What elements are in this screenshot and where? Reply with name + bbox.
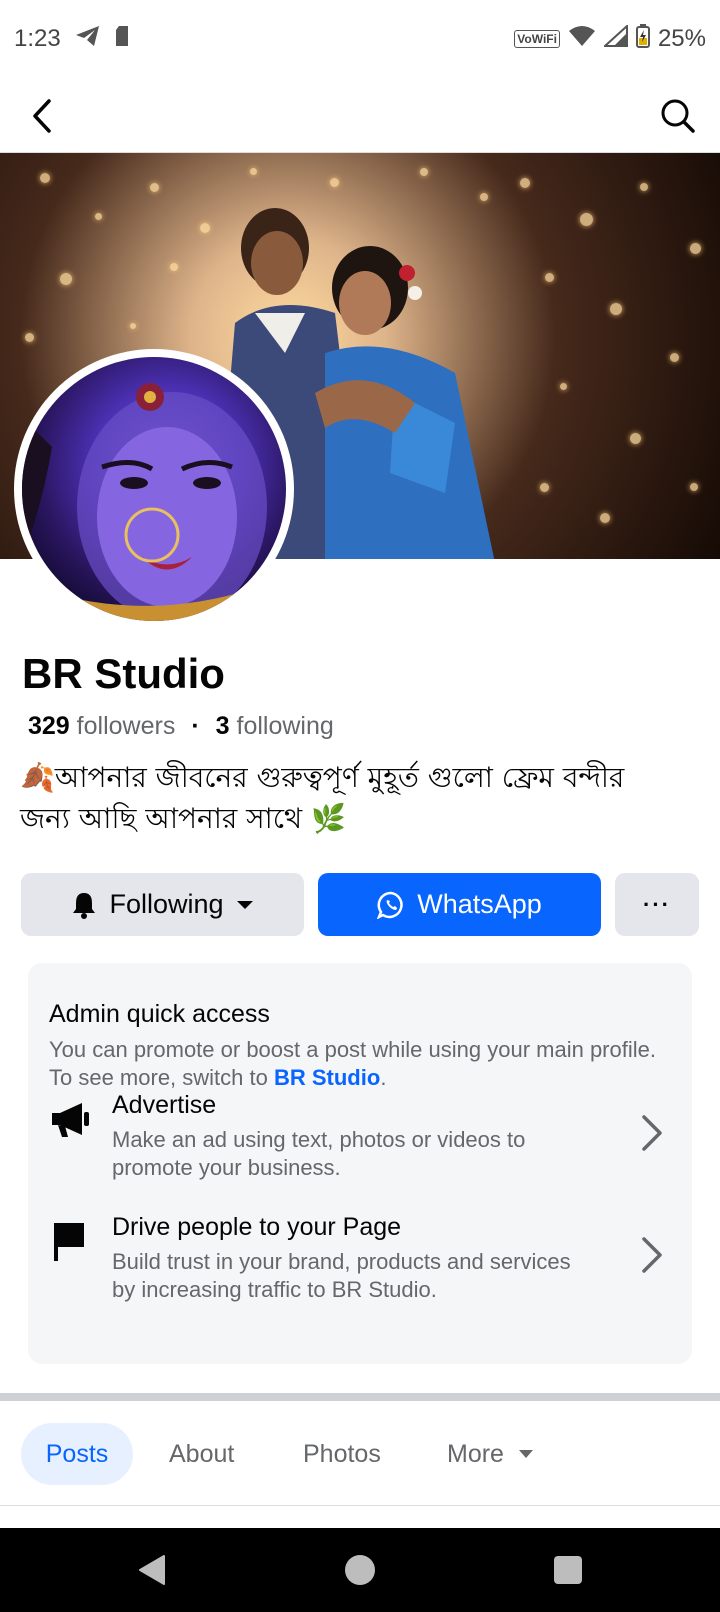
more-options-button[interactable]: ··· [615, 873, 699, 936]
following-count: 3 [215, 712, 230, 740]
bio-line-1: 🍂আপনার জীবনের গুরুত্বপূর্ণ মুহূর্ত গুলো … [20, 761, 625, 794]
admin-quick-access-card: Admin quick access You can promote or bo… [28, 963, 692, 1364]
profile-tabs: Posts About Photos More [0, 1401, 720, 1506]
vowifi-badge: VoWiFi [514, 30, 560, 48]
megaphone-icon [52, 1103, 89, 1137]
tab-posts[interactable]: Posts [21, 1423, 133, 1485]
top-nav [0, 78, 720, 153]
wifi-icon [568, 25, 596, 54]
caret-down-icon [518, 1450, 533, 1458]
nav-back-icon[interactable] [134, 1552, 170, 1588]
following-button-label: Following [109, 889, 224, 919]
nav-home-icon[interactable] [342, 1552, 378, 1588]
clock: 1:23 [14, 25, 61, 52]
bio-line-2: জন্য আছি আপনার সাথে 🌿 [20, 802, 346, 835]
whatsapp-button-label: WhatsApp [417, 889, 542, 919]
advertise-title: Advertise [112, 1091, 217, 1119]
battery-percent: 25% [657, 25, 706, 52]
admin-card-title: Admin quick access [49, 1000, 270, 1028]
chevron-right-icon [642, 1237, 662, 1273]
tab-photos[interactable]: Photos [303, 1423, 381, 1485]
status-bar: 1:23 VoWiFi 25% [0, 0, 720, 78]
stats-separator: · [191, 712, 200, 740]
page-title: BR Studio [22, 650, 225, 697]
following-link[interactable]: 3 following [216, 712, 334, 741]
advertise-item[interactable]: Advertise Make an ad using text, photos … [28, 1091, 692, 1191]
more-dots-icon: ··· [643, 891, 671, 917]
chevron-left-icon [33, 99, 51, 133]
chevron-right-icon [642, 1115, 662, 1151]
follow-stats: 329 followers · 3 following [28, 712, 334, 741]
search-icon [661, 99, 695, 133]
system-nav-bar [0, 1528, 720, 1612]
flag-icon [54, 1223, 84, 1261]
tab-more-label: More [447, 1439, 504, 1468]
signal-icon [602, 23, 628, 54]
drive-traffic-item[interactable]: Drive people to your Page Build trust in… [28, 1213, 692, 1313]
bio: 🍂আপনার জীবনের গুরুত্বপূর্ণ মুহূর্ত গুলো … [20, 757, 700, 839]
followers-link[interactable]: 329 followers [28, 712, 175, 741]
tab-more[interactable]: More [447, 1423, 534, 1485]
avatar-photo [22, 383, 286, 621]
admin-card-description: You can promote or boost a post while us… [49, 1036, 669, 1092]
following-button[interactable]: Following [21, 873, 304, 936]
whatsapp-icon [377, 891, 403, 919]
battery-icon [635, 23, 650, 55]
bell-icon [73, 892, 96, 919]
section-divider [0, 1393, 720, 1401]
sim-card-icon [115, 25, 129, 54]
drive-traffic-title: Drive people to your Page [112, 1213, 402, 1241]
search-button[interactable] [656, 94, 700, 138]
tab-about[interactable]: About [169, 1423, 234, 1485]
back-button[interactable] [22, 96, 62, 136]
followers-count: 329 [28, 712, 70, 740]
caret-down-icon [236, 900, 253, 909]
telegram-icon [75, 25, 101, 54]
advertise-description: Make an ad using text, photos or videos … [112, 1127, 526, 1180]
profile-avatar[interactable] [14, 349, 294, 629]
switch-profile-link[interactable]: BR Studio [274, 1065, 380, 1090]
following-label: following [236, 712, 334, 740]
whatsapp-button[interactable]: WhatsApp [318, 873, 601, 936]
drive-traffic-description: Build trust in your brand, products and … [112, 1249, 571, 1302]
followers-label: followers [76, 712, 176, 740]
admin-desc-end: . [380, 1065, 387, 1090]
nav-recents-icon[interactable] [550, 1552, 586, 1588]
